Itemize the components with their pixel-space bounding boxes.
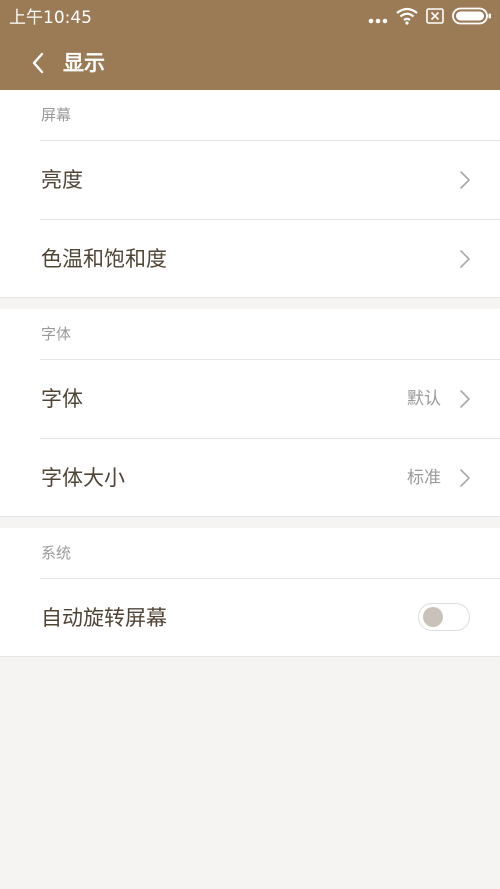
section-divider [0,656,500,657]
section-system: 系统 自动旋转屏幕 [0,528,500,657]
status-icons [368,7,492,29]
app-bar: 显示 [0,36,500,90]
status-bar: 上午10:45 [0,0,500,36]
section-header-label: 系统 [41,544,72,562]
toggle-knob [423,607,443,627]
section-header: 屏幕 [0,90,500,140]
section-divider [0,297,500,298]
settings-item-value: 标准 [407,468,441,488]
page-title: 显示 [63,51,105,75]
chevron-right-icon [460,171,470,189]
auto-rotate-toggle[interactable] [418,603,470,631]
settings-item-font[interactable]: 字体 默认 [0,359,500,438]
settings-item-value: 默认 [407,389,441,409]
settings-item-auto-rotate[interactable]: 自动旋转屏幕 [0,578,500,657]
settings-item-label: 字体大小 [41,466,125,490]
section-font: 字体 字体 默认 字体大小 标准 [0,309,500,517]
settings-item-font-size[interactable]: 字体大小 标准 [0,438,500,517]
back-button[interactable] [26,50,52,76]
settings-item-label: 色温和饱和度 [41,247,167,271]
section-header-label: 屏幕 [41,106,72,124]
sim-none-icon [426,8,444,28]
settings-item-label: 自动旋转屏幕 [41,606,167,630]
status-time: 上午10:45 [9,8,92,28]
chevron-right-icon [460,469,470,487]
wifi-icon [396,7,418,29]
section-header: 系统 [0,528,500,578]
settings-item-label: 亮度 [41,168,83,192]
section-divider [0,516,500,517]
more-dots-icon [368,9,388,28]
settings-item-label: 字体 [41,387,83,411]
section-header: 字体 [0,309,500,359]
back-arrow-icon [32,52,44,74]
settings-item-brightness[interactable]: 亮度 [0,140,500,219]
chevron-right-icon [460,390,470,408]
section-header-label: 字体 [41,325,72,343]
settings-item-color-temperature[interactable]: 色温和饱和度 [0,219,500,298]
chevron-right-icon [460,250,470,268]
battery-icon [452,7,492,29]
section-screen: 屏幕 亮度 色温和饱和度 [0,90,500,298]
